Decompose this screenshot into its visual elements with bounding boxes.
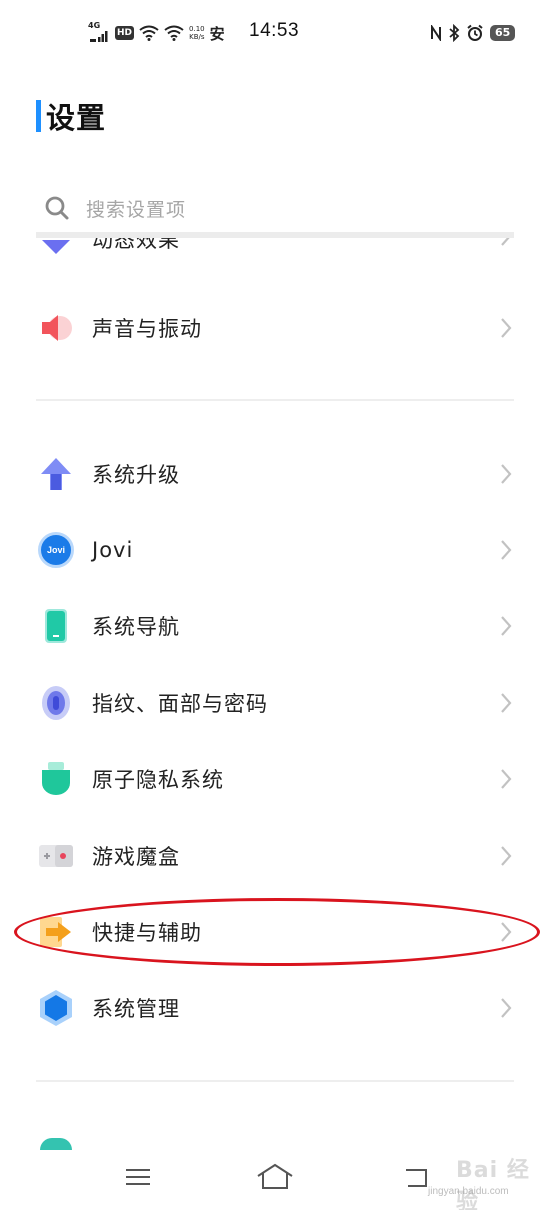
chevron-right-icon [501,998,512,1018]
settings-item-label: 原子隐私系统 [92,768,224,792]
status-right: 65 [430,20,516,46]
status-time: 14:53 [249,20,300,41]
menu-icon[interactable] [118,1162,158,1192]
search-placeholder: 搜索设置项 [86,198,187,221]
phone-navigation-icon [45,609,67,643]
settings-item-label: Jovi [92,538,134,562]
system-management-icon [40,990,72,1026]
settings-item-fingerprint[interactable]: 指纹、面部与密码 [0,665,550,741]
group-divider [36,399,514,401]
network-speed: 0.10 KB/s [189,25,205,41]
page-title: 设置 [46,101,107,135]
chevron-right-icon [501,922,512,942]
settings-item-label: 指纹、面部与密码 [92,692,268,716]
next-item-icon-peek [40,1138,72,1150]
system-upgrade-icon [41,458,71,490]
settings-item-motion-effects[interactable]: 动态效果 [0,238,550,268]
home-icon[interactable] [255,1162,295,1192]
nfc-icon [431,25,441,41]
chevron-right-icon [501,846,512,866]
settings-item-label: 系统升级 [92,463,180,487]
title-accent-bar [36,100,41,132]
settings-item-jovi[interactable]: Jovi Jovi [0,512,550,588]
group-divider [36,1080,514,1082]
settings-item-shortcut-assist[interactable]: 快捷与辅助 [0,894,550,970]
settings-item-label: 声音与振动 [92,317,202,341]
security-indicator: 安 [209,24,225,43]
chevron-right-icon [501,693,512,713]
wifi-icon [164,25,184,41]
chevron-right-icon [501,616,512,636]
settings-item-label: 系统导航 [92,615,180,639]
alarm-icon [467,24,483,41]
chevron-right-icon [501,769,512,789]
watermark-url: jingyan.baidu.com [428,1186,509,1197]
chevron-right-icon [501,318,512,338]
settings-item-system-upgrade[interactable]: 系统升级 [0,436,550,512]
hd-badge: HD [115,26,135,40]
bluetooth-icon [449,24,460,42]
chevron-right-icon [501,238,510,246]
search-icon [45,196,69,220]
status-bar: 4G HD 0.10 KB/s 安 14:53 65 [0,0,550,64]
privacy-icon [42,762,70,795]
wifi-icon [139,25,159,41]
page-header: 设置 [36,98,107,135]
chevron-right-icon [501,540,512,560]
chevron-right-icon [501,464,512,484]
battery-indicator: 65 [490,25,516,41]
motion-effects-icon [42,240,70,254]
watermark-logo: Bai 经验 [456,1158,530,1210]
settings-item-privacy[interactable]: 原子隐私系统 [0,741,550,817]
fingerprint-icon [42,686,70,720]
game-box-icon [39,845,73,867]
settings-item-label: 游戏魔盒 [92,845,180,869]
signal-icon: 4G [88,22,110,44]
search-bar[interactable]: 搜索设置项 [36,186,514,230]
settings-item-sound-vibration[interactable]: 声音与振动 [0,290,550,366]
settings-item-label: 系统管理 [92,997,180,1021]
settings-item-game-box[interactable]: 游戏魔盒 [0,818,550,894]
speaker-icon [42,315,72,341]
settings-item-label: 快捷与辅助 [92,921,202,945]
shortcut-arrow-icon [40,917,71,947]
jovi-icon: Jovi [38,532,74,568]
settings-item-system-management[interactable]: 系统管理 [0,970,550,1046]
status-left: 4G HD 0.10 KB/s 安 [88,20,225,46]
settings-item-label: 动态效果 [92,238,180,252]
settings-item-system-navigation[interactable]: 系统导航 [0,588,550,664]
